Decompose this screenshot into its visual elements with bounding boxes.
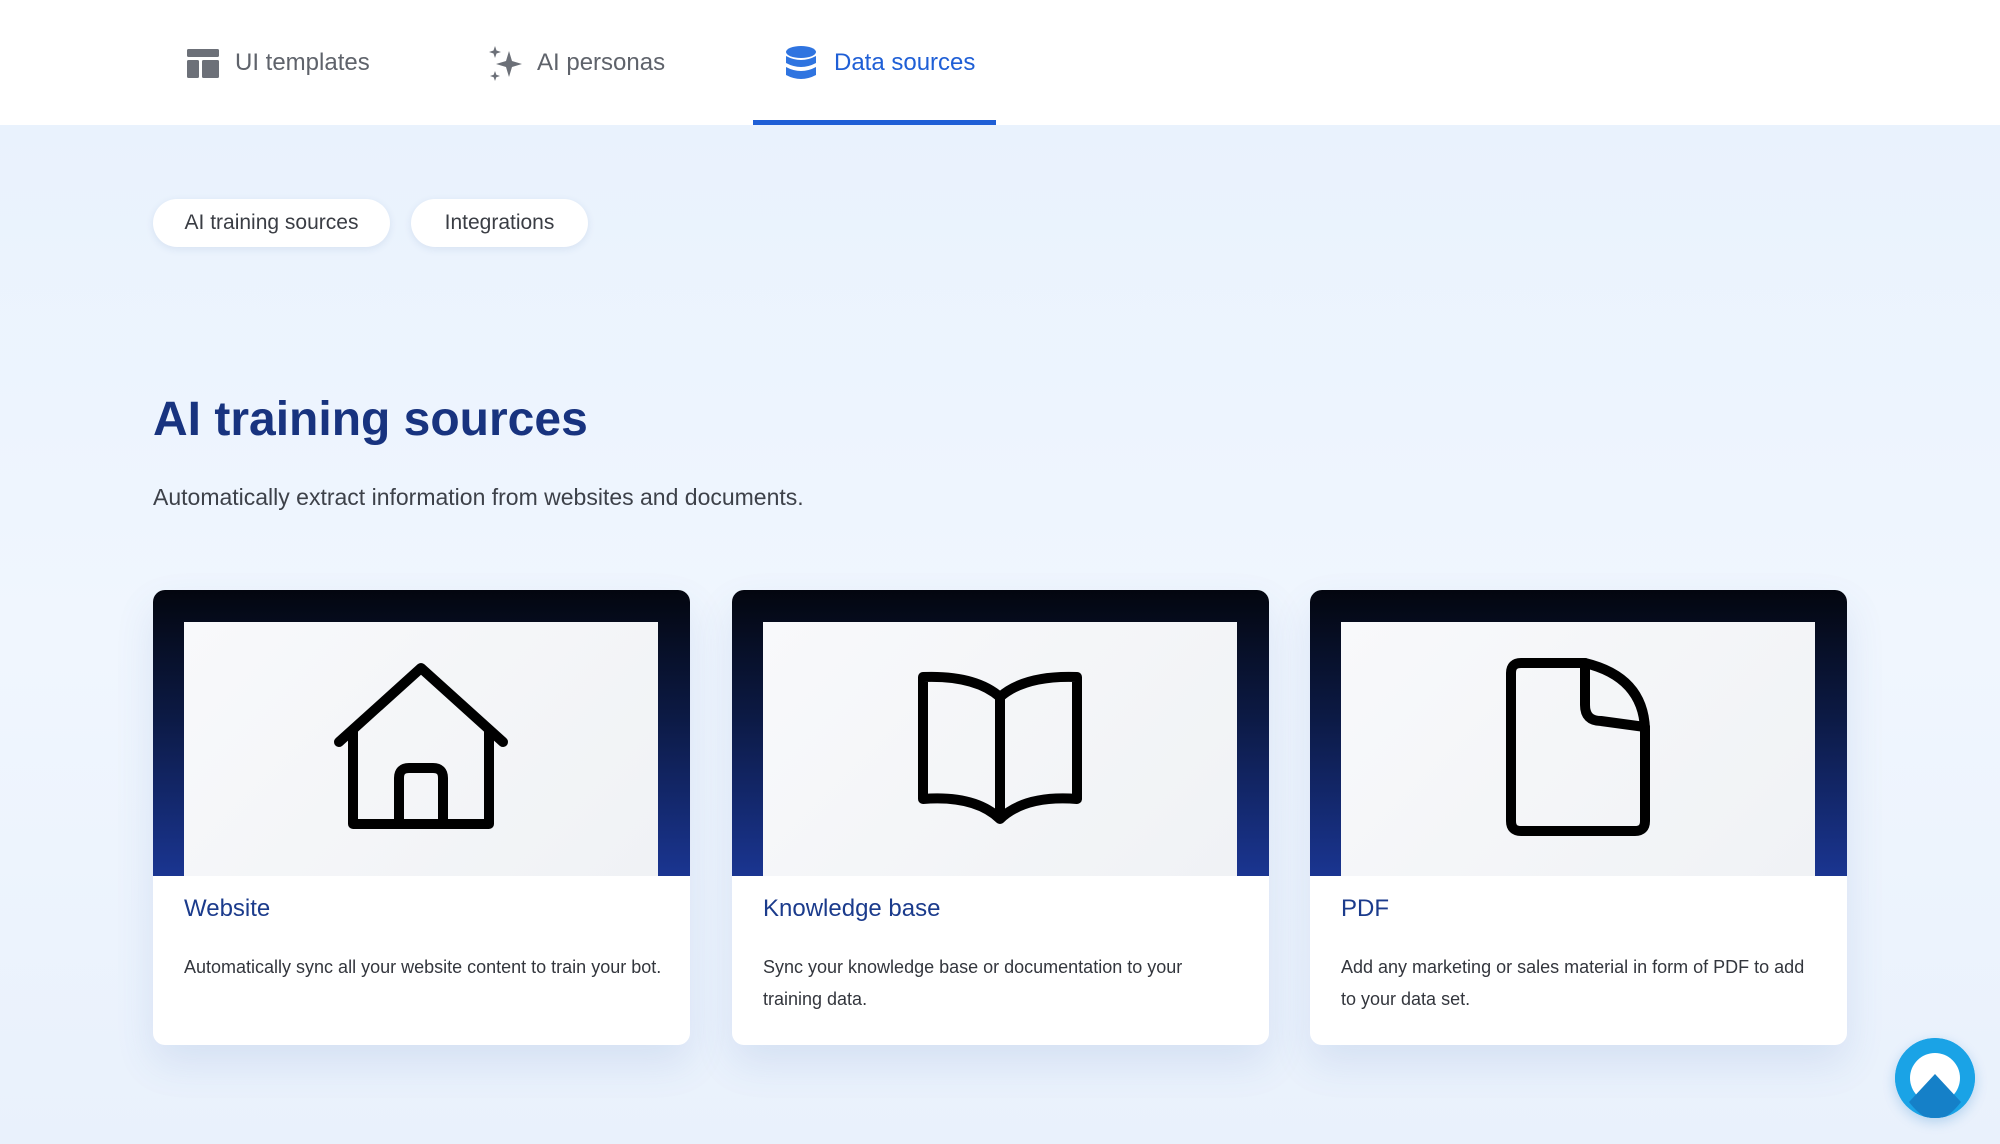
tab-data-sources[interactable]: Data sources: [784, 0, 975, 125]
card-image: [763, 622, 1237, 876]
sparkles-icon: [487, 45, 523, 81]
database-icon: [784, 45, 820, 81]
card-title: Website: [184, 895, 271, 922]
document-icon: [1503, 657, 1653, 842]
home-icon: [331, 662, 511, 837]
top-nav-bar: UI templates AI personas Data sources: [0, 0, 2000, 125]
tab-label: AI personas: [537, 48, 666, 76]
pill-ai-training-sources[interactable]: AI training sources: [153, 199, 390, 247]
card-pdf[interactable]: PDF Add any marketing or sales material …: [1310, 590, 1847, 1045]
section-title: AI training sources: [153, 393, 588, 446]
card-description: Automatically sync all your website cont…: [184, 957, 662, 977]
pill-integrations[interactable]: Integrations: [411, 199, 588, 247]
tab-ui-templates[interactable]: UI templates: [185, 0, 370, 125]
book-open-icon: [915, 667, 1085, 832]
card-title: PDF: [1341, 895, 1389, 922]
pill-label: AI training sources: [184, 211, 359, 234]
section-subtitle: Automatically extract information from w…: [153, 484, 804, 510]
tab-label: UI templates: [235, 48, 370, 76]
card-image: [1341, 622, 1815, 876]
card-website[interactable]: Website Automatically sync all your webs…: [153, 590, 690, 1045]
card-image-frame: [732, 590, 1269, 876]
layout-template-icon: [185, 45, 221, 81]
card-image-frame: [153, 590, 690, 876]
card-knowledge-base[interactable]: Knowledge base Sync your knowledge base …: [732, 590, 1269, 1045]
card-title: Knowledge base: [763, 895, 941, 922]
chat-logo-icon: [1895, 1038, 1975, 1122]
card-image: [184, 622, 658, 876]
tab-ai-personas[interactable]: AI personas: [487, 0, 665, 125]
card-description: Add any marketing or sales material in f…: [1341, 957, 1805, 1009]
chat-widget-button[interactable]: [1895, 1038, 1975, 1118]
pill-label: Integrations: [444, 211, 555, 234]
card-description: Sync your knowledge base or documentatio…: [763, 957, 1183, 1009]
card-image-frame: [1310, 590, 1847, 876]
tab-label: Data sources: [834, 48, 976, 76]
